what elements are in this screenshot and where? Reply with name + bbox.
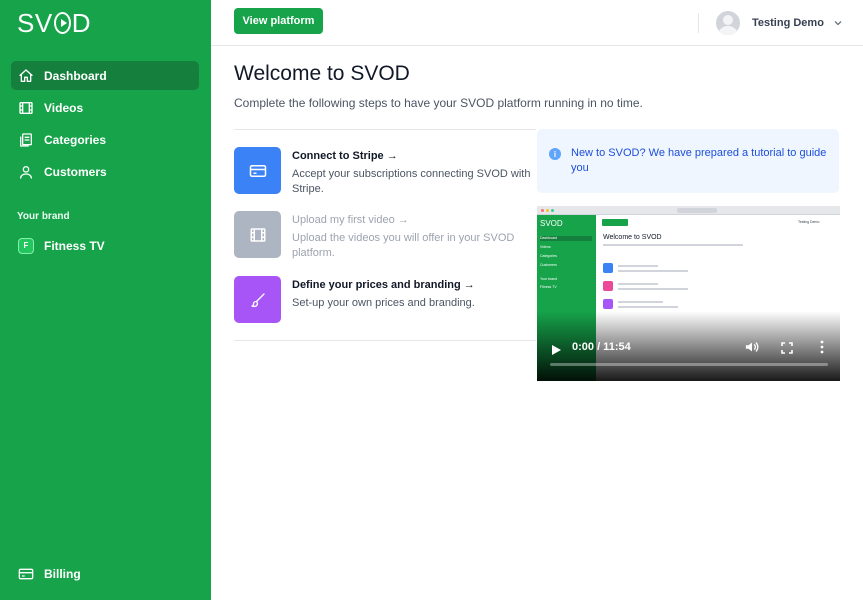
sidebar-nav: Dashboard Videos Categories Customers — [11, 61, 199, 189]
video-thumb-user: Testing Demo — [798, 220, 820, 224]
play-logo-icon — [53, 12, 71, 34]
step-icon-box — [234, 147, 281, 194]
video-thumb-logo: SVOD — [540, 219, 563, 228]
video-thumb-step-icon — [603, 281, 613, 291]
logo-text-right: D — [71, 8, 91, 38]
video-controls: 0:00 / 11:54 — [537, 336, 840, 358]
brand-heading: Your brand — [17, 211, 70, 222]
video-thumb-nav-item: Categories — [540, 254, 557, 258]
film-icon — [249, 226, 267, 244]
video-progress-bar[interactable] — [550, 363, 828, 366]
tutorial-info-text[interactable]: New to SVOD? We have prepared a tutorial… — [571, 146, 827, 193]
play-icon[interactable] — [551, 342, 561, 355]
video-thumb-step-icon — [603, 263, 613, 273]
sidebar-item-videos[interactable]: Videos — [11, 93, 199, 122]
step-title: Upload my first video → — [292, 214, 409, 226]
brush-icon — [249, 291, 267, 309]
video-thumb-browser-bar — [537, 206, 840, 215]
view-platform-button[interactable]: View platform — [234, 8, 323, 34]
video-time: 0:00 / 11:54 — [572, 341, 631, 353]
step-description: Accept your subscriptions connecting SVO… — [292, 168, 531, 195]
video-thumb-nav-item: Videos — [540, 245, 551, 249]
sidebar-item-label: Customers — [44, 164, 107, 179]
step-description: Set-up your own prices and branding. — [292, 297, 475, 309]
video-thumb-step-line — [618, 306, 678, 308]
video-thumb-nav-item: Dashboard — [540, 236, 592, 241]
tutorial-video-player[interactable]: SVOD Dashboard Videos Categories Custome… — [537, 206, 840, 381]
collection-icon — [18, 132, 34, 148]
video-thumb-step-line — [618, 288, 688, 290]
tutorial-info-box: i New to SVOD? We have prepared a tutori… — [537, 129, 839, 193]
video-thumb-brand: Fitness TV — [540, 285, 557, 289]
window-dot — [546, 209, 549, 212]
brand-badge: F — [18, 237, 34, 254]
steps-divider-bottom — [234, 340, 536, 341]
sidebar-item-dashboard[interactable]: Dashboard — [11, 61, 199, 90]
video-thumb-step-icon — [603, 299, 613, 309]
header-border — [211, 45, 863, 46]
brand-label: Fitness TV — [44, 238, 105, 253]
video-thumb-step-line — [618, 265, 658, 267]
sidebar: SV D Dashboard Videos Categories Custome… — [0, 0, 211, 600]
credit-card-icon — [18, 566, 34, 582]
window-dot — [541, 209, 544, 212]
sidebar-item-label: Categories — [44, 132, 107, 147]
sidebar-item-billing[interactable]: Billing — [11, 559, 199, 588]
step-icon-box — [234, 276, 281, 323]
sidebar-item-fitness-tv[interactable]: F Fitness TV — [11, 231, 199, 260]
step-icon-box — [234, 211, 281, 258]
page-subtitle: Complete the following steps to have you… — [234, 96, 643, 110]
sidebar-item-label: Dashboard — [44, 68, 107, 83]
sidebar-item-customers[interactable]: Customers — [11, 157, 199, 186]
step-title[interactable]: Define your prices and branding → — [292, 279, 532, 291]
sidebar-item-label: Videos — [44, 100, 84, 115]
billing-label: Billing — [44, 566, 81, 581]
video-thumb-subtitle — [603, 244, 743, 246]
window-dot — [551, 209, 554, 212]
avatar — [716, 11, 740, 35]
sidebar-item-categories[interactable]: Categories — [11, 125, 199, 154]
credit-card-icon — [249, 162, 267, 180]
step-upload-video: Upload my first video → Upload the video… — [234, 211, 534, 261]
header-divider — [698, 13, 699, 33]
volume-icon[interactable] — [745, 340, 759, 354]
video-thumb-step-line — [618, 270, 688, 272]
info-icon: i — [549, 148, 561, 160]
video-thumb-brand-heading: Your brand — [540, 277, 557, 281]
user-name: Testing Demo — [752, 17, 824, 29]
user-menu[interactable]: Testing Demo — [716, 10, 843, 36]
home-icon — [18, 68, 34, 84]
step-description: Upload the videos you will offer in your… — [292, 232, 515, 259]
user-icon — [18, 164, 34, 180]
video-thumb-button — [602, 219, 628, 226]
svod-logo[interactable]: SV D — [17, 10, 91, 36]
page-title: Welcome to SVOD — [234, 62, 410, 85]
step-prices-branding[interactable]: Define your prices and branding → Set-up… — [234, 276, 534, 323]
video-thumb-step-line — [618, 301, 663, 303]
logo-text-left: SV — [17, 8, 53, 38]
video-thumb-step-line — [618, 283, 658, 285]
more-vertical-icon[interactable] — [819, 340, 825, 354]
step-connect-stripe[interactable]: Connect to Stripe → Accept your subscrip… — [234, 147, 534, 197]
film-icon — [18, 100, 34, 116]
step-title[interactable]: Connect to Stripe → — [292, 150, 532, 162]
video-thumb-title: Welcome to SVOD — [603, 234, 662, 241]
video-thumb-url — [677, 208, 717, 213]
video-thumb-nav-item: Customers — [540, 263, 557, 267]
chevron-down-icon — [833, 18, 843, 28]
fullscreen-icon[interactable] — [781, 341, 793, 354]
steps-divider-top — [234, 129, 536, 130]
